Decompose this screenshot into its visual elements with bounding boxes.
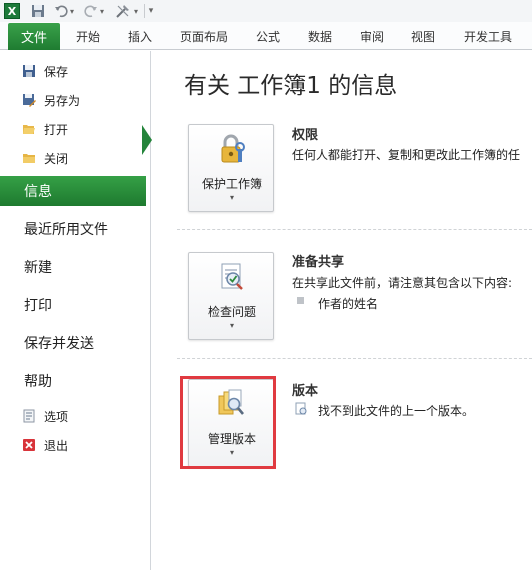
open-command-label: 打开 <box>44 122 69 137</box>
versions-heading: 版本 <box>292 384 319 399</box>
save-icon[interactable] <box>30 2 46 20</box>
exit-command-label: 退出 <box>44 438 69 453</box>
undo-icon[interactable] <box>54 2 68 20</box>
tab-home[interactable]: 开始 <box>76 23 100 50</box>
nav-help[interactable]: 帮助 <box>0 366 151 396</box>
selected-arrow <box>142 125 152 155</box>
excel-logo-icon[interactable]: X <box>4 3 20 19</box>
nav-print[interactable]: 打印 <box>0 290 151 320</box>
author-name-item: 作者的姓名 <box>318 297 379 311</box>
page-title: 有关 工作簿1 的信息 <box>184 73 398 99</box>
tab-file[interactable]: 文件 <box>8 23 60 50</box>
save-as-command[interactable]: 另存为 <box>23 89 81 111</box>
options-command-label: 选项 <box>44 409 69 424</box>
section-divider <box>177 358 532 359</box>
chevron-down-icon: ▾ <box>229 193 234 202</box>
ribbon-tab-bar: 文件 开始 插入 页面布局 公式 数据 审阅 视图 开发工具 <box>0 22 532 50</box>
tools-icon[interactable] <box>114 2 132 20</box>
tab-data[interactable]: 数据 <box>308 23 332 50</box>
tab-insert[interactable]: 插入 <box>128 23 152 50</box>
save-as-command-label: 另存为 <box>44 93 81 108</box>
tab-review[interactable]: 审阅 <box>360 23 384 50</box>
qat-separator <box>144 4 145 18</box>
check-issues-label: 检查问题 <box>207 305 256 319</box>
versions-text: 找不到此文件的上一个版本。 <box>318 404 475 418</box>
tab-formulas[interactable]: 公式 <box>256 23 280 50</box>
tools-dropdown-icon[interactable]: ▾ <box>132 2 140 20</box>
check-issues-button[interactable]: 检查问题 ▾ <box>188 252 274 340</box>
section-divider <box>177 229 532 230</box>
save-icon <box>23 65 35 77</box>
protect-workbook-button[interactable]: 保护工作簿 ▾ <box>188 124 274 212</box>
quick-access-toolbar: X ▾ ▾ ▾ ▾ <box>0 0 532 22</box>
redo-dropdown-icon[interactable]: ▾ <box>98 2 106 20</box>
nav-new[interactable]: 新建 <box>0 252 151 282</box>
open-command[interactable]: 打开 <box>23 118 69 140</box>
options-icon <box>23 409 35 423</box>
exit-command[interactable]: 退出 <box>23 434 69 456</box>
redo-icon[interactable] <box>84 2 98 20</box>
tab-page-layout[interactable]: 页面布局 <box>180 23 228 50</box>
undo-dropdown-icon[interactable]: ▾ <box>68 2 76 20</box>
highlight-box <box>180 376 276 469</box>
nav-save-send[interactable]: 保存并发送 <box>0 328 151 358</box>
prepare-sharing-text: 在共享此文件前，请注意其包含以下内容: <box>292 276 513 290</box>
chevron-down-icon: ▾ <box>229 321 234 330</box>
permissions-text: 任何人都能打开、复制和更改此工作簿的任 <box>292 148 521 162</box>
prepare-sharing-heading: 准备共享 <box>292 255 345 270</box>
inspect-document-icon <box>221 263 243 290</box>
customize-qat-icon[interactable]: ▾ <box>146 2 156 20</box>
tab-developer[interactable]: 开发工具 <box>464 23 512 50</box>
lock-key-icon <box>221 134 245 163</box>
bullet-icon <box>297 297 304 304</box>
close-folder-icon <box>23 154 35 163</box>
options-command[interactable]: 选项 <box>23 405 69 427</box>
nav-recent[interactable]: 最近所用文件 <box>0 214 151 244</box>
save-command-label: 保存 <box>44 64 69 79</box>
exit-icon <box>23 439 35 451</box>
open-folder-icon <box>23 125 35 134</box>
nav-info[interactable]: 信息 <box>0 176 146 206</box>
tab-view[interactable]: 视图 <box>411 23 435 50</box>
close-command[interactable]: 关闭 <box>23 147 69 169</box>
versions-doc-icon <box>295 402 307 415</box>
protect-workbook-label: 保护工作簿 <box>201 177 262 191</box>
permissions-heading: 权限 <box>292 128 319 143</box>
save-as-icon <box>23 94 36 107</box>
close-command-label: 关闭 <box>44 151 69 166</box>
save-command[interactable]: 保存 <box>23 60 69 82</box>
